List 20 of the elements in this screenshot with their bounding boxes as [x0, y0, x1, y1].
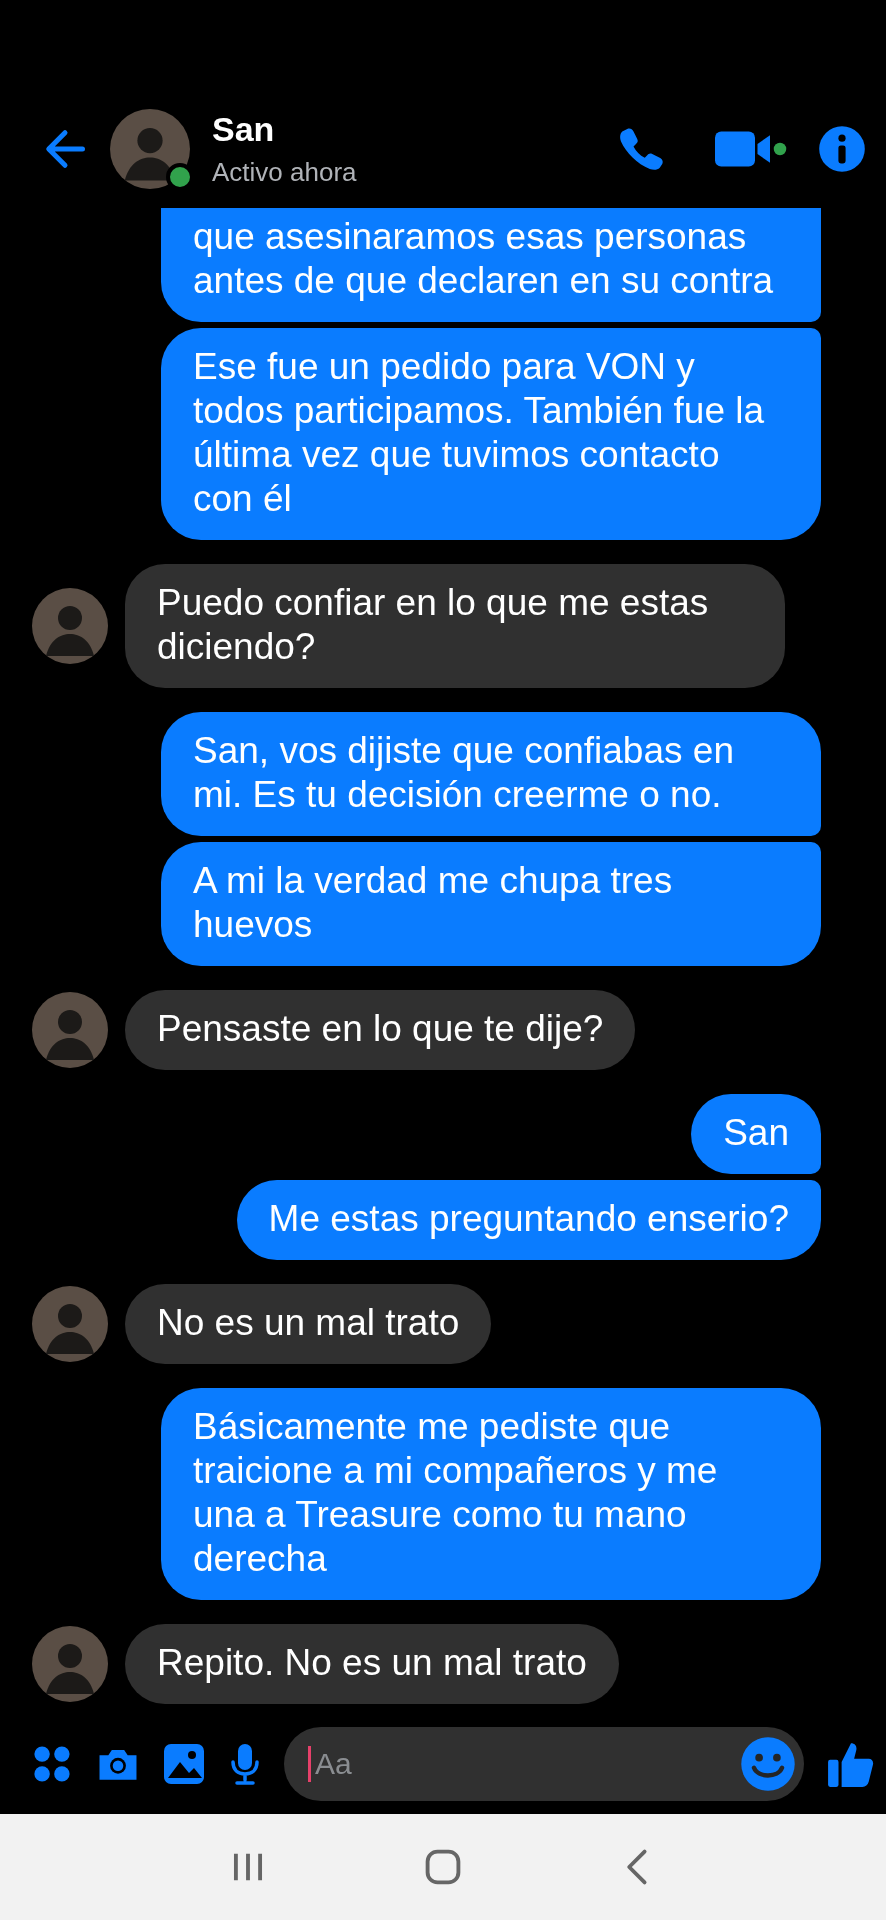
- image-icon[interactable]: [162, 1742, 206, 1786]
- info-icon[interactable]: [818, 124, 866, 174]
- emoji-icon[interactable]: [740, 1736, 796, 1792]
- message-input[interactable]: Aa: [311, 1747, 740, 1781]
- sent-message: San: [691, 1094, 821, 1174]
- sent-message: Básicamente me pediste que traicione a mi compañeros y me una a Treasure como tu mano derecha: [161, 1388, 821, 1600]
- received-message: Repito. No es un mal trato: [125, 1624, 619, 1704]
- contact-status: Activo ahora: [212, 157, 358, 188]
- message-field[interactable]: Aa: [284, 1727, 804, 1801]
- microphone-icon[interactable]: [228, 1742, 262, 1786]
- sent-message: Me estas preguntando enserio?: [236, 1180, 821, 1260]
- avatar[interactable]: [110, 109, 190, 189]
- sent-message: que asesinaramos esas personas antes de que declaren en su contra: [161, 208, 821, 322]
- received-message: Puedo confiar en lo que me estas diciendo?: [125, 564, 785, 688]
- received-message: No es un mal trato: [125, 1284, 492, 1364]
- contact-name: San: [212, 110, 276, 149]
- sent-message: A mi la verdad me chupa tres huevos: [161, 842, 821, 966]
- sent-message: Ese fue un pedido para VON y todos participamos. También fue la última vez que tuvimos contacto con él: [161, 328, 821, 540]
- received-message: Pensaste en lo que te dije?: [125, 990, 636, 1070]
- sent-message: San, vos dijiste que confiabas en mi. Es tu decisión creerme o no.: [161, 712, 821, 836]
